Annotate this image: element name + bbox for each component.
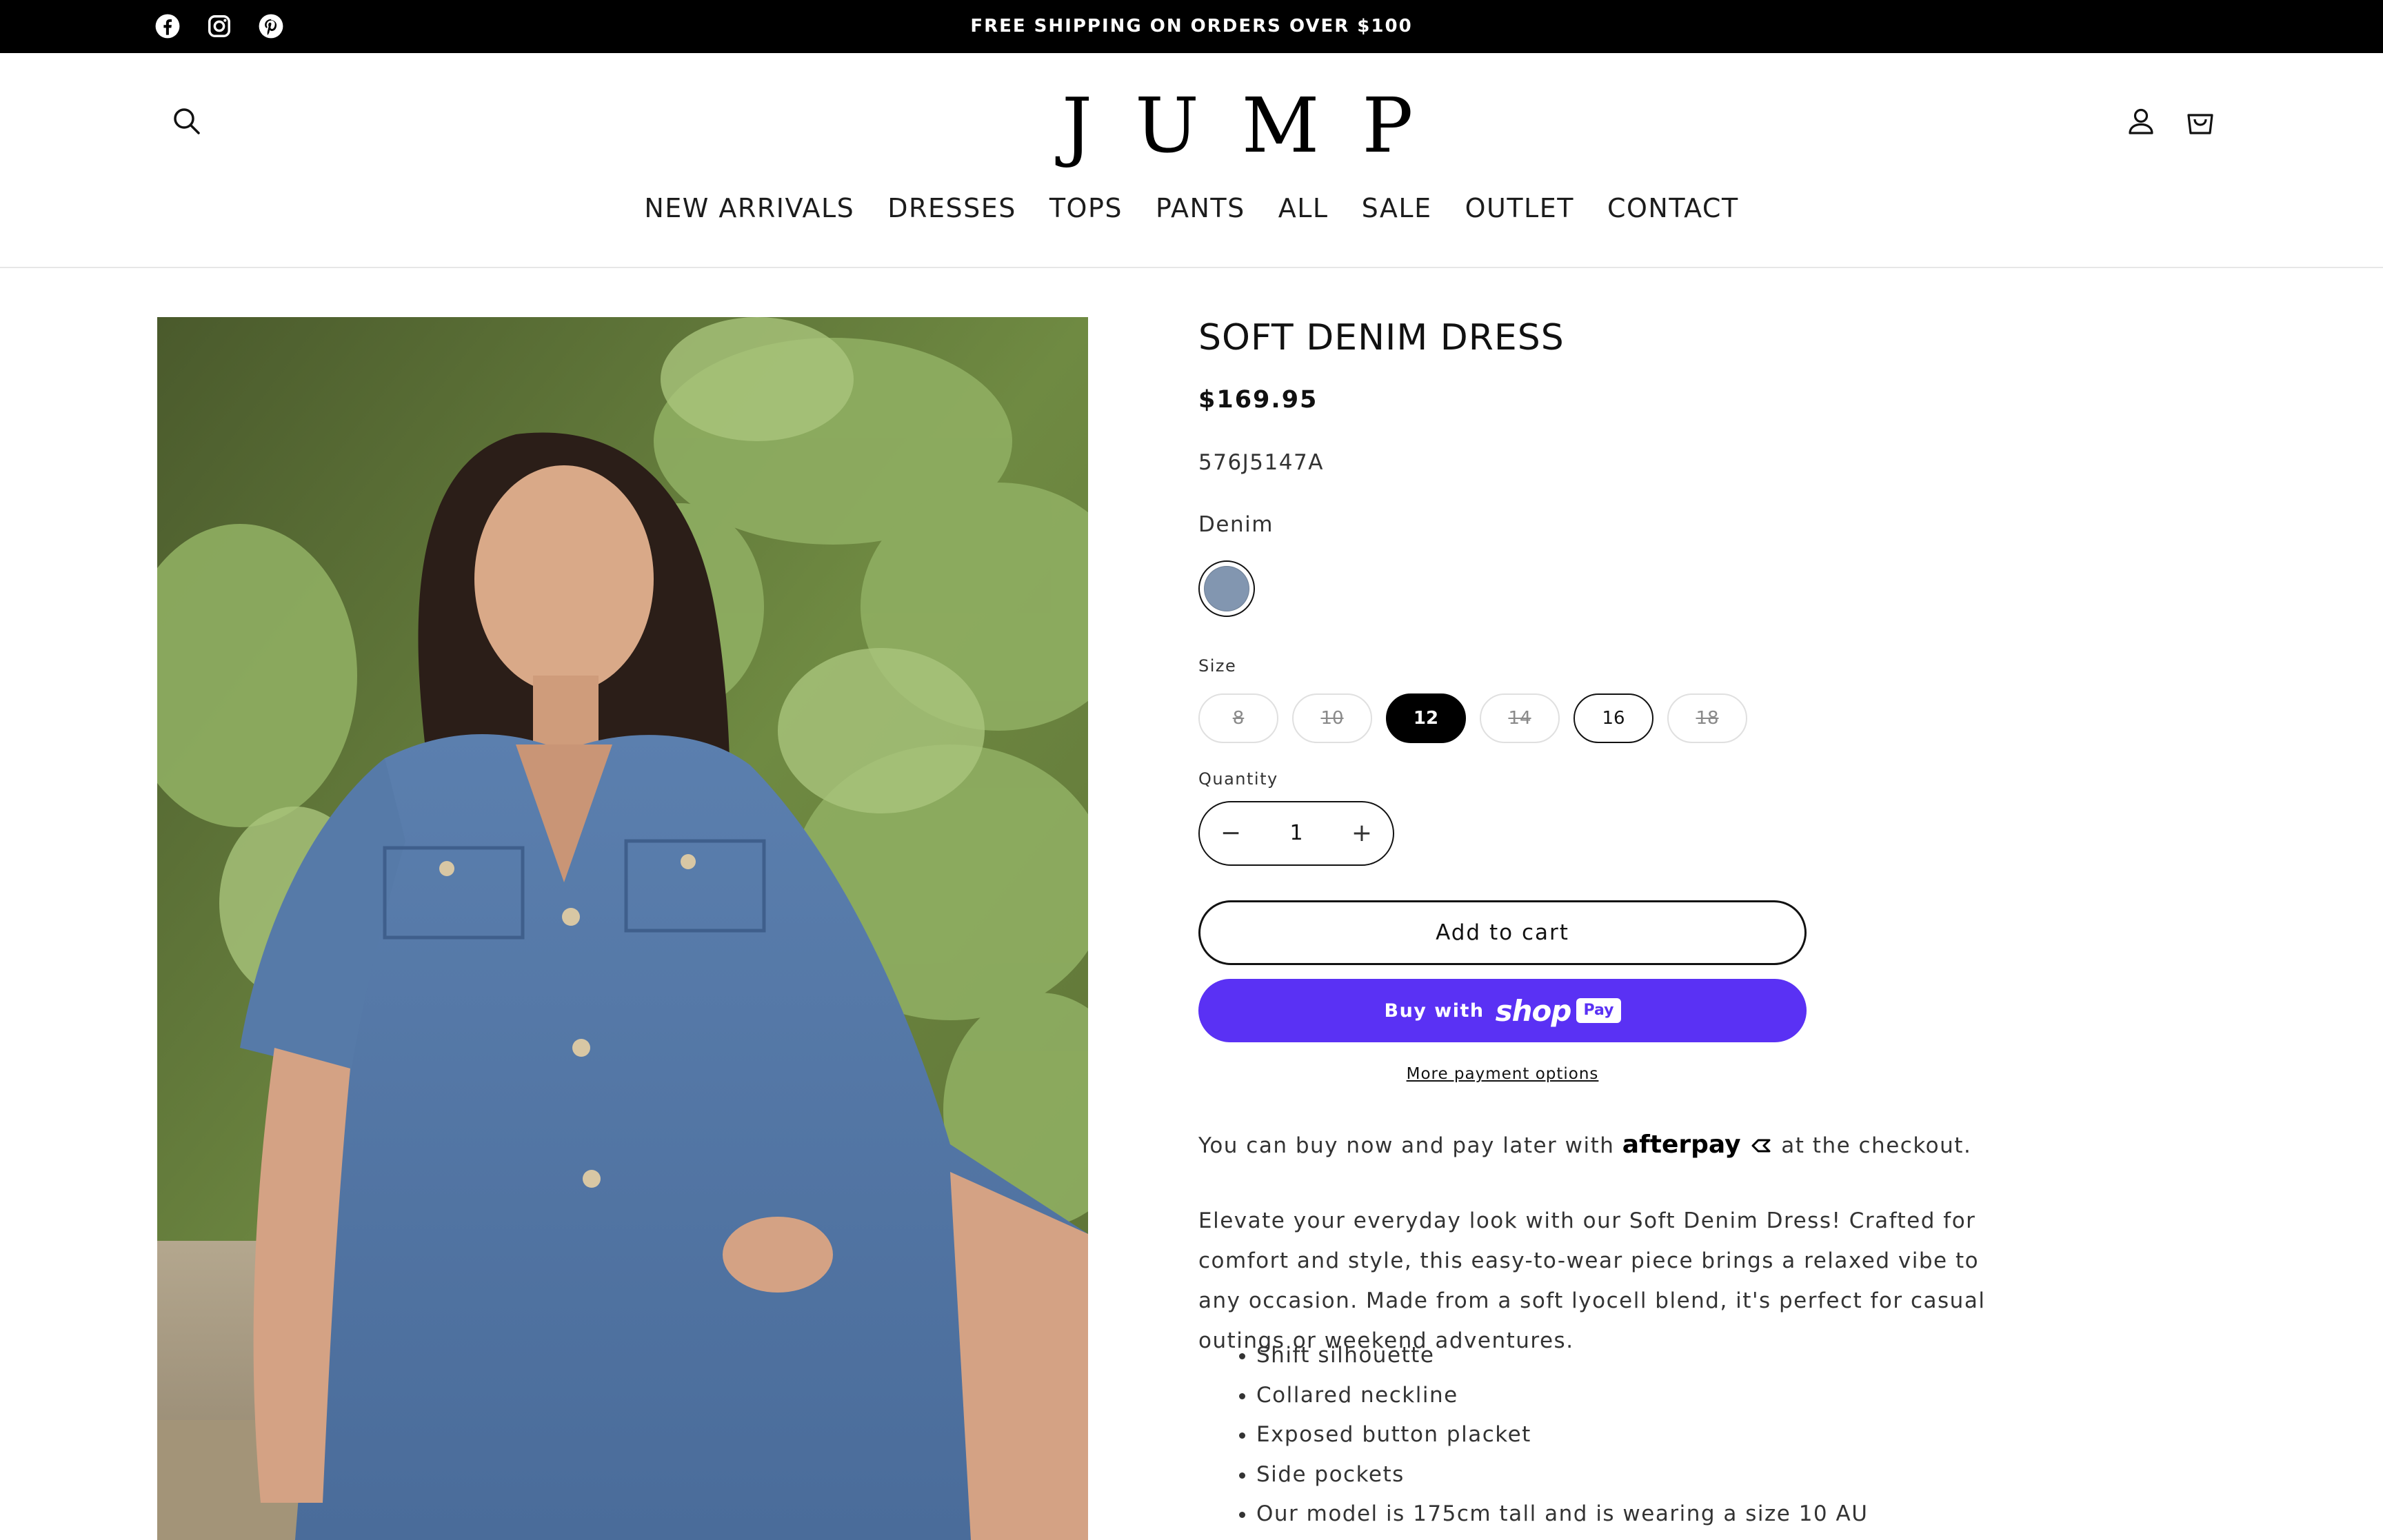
nav-new-arrivals[interactable]: NEW ARRIVALS [644, 188, 854, 229]
cart-icon[interactable] [2183, 104, 2218, 139]
quantity-label: Quantity [1198, 769, 1278, 789]
color-swatch-denim[interactable] [1198, 560, 1255, 617]
afterpay-message: You can buy now and pay later with after… [1198, 1131, 1971, 1159]
nav-all[interactable]: ALL [1278, 188, 1329, 229]
account-icon[interactable] [2124, 104, 2158, 139]
more-payment-options-link[interactable]: More payment options [1198, 1065, 1807, 1083]
shop-pay-logo: shop [1495, 993, 1572, 1028]
list-item: Side pockets [1256, 1455, 1868, 1495]
site-header: JUMP NEW ARRIVALS DRESSES TOPS PANTS ALL… [0, 53, 2383, 268]
nav-outlet[interactable]: OUTLET [1465, 188, 1574, 229]
afterpay-text-after: at the checkout. [1781, 1133, 1972, 1158]
color-label: Denim [1198, 512, 1274, 537]
nav-sale[interactable]: SALE [1362, 188, 1432, 229]
announcement-bar: FREE SHIPPING ON ORDERS OVER $100 [0, 0, 2383, 53]
size-option-12[interactable]: 12 [1386, 693, 1466, 743]
swatch-fill [1204, 566, 1249, 611]
afterpay-logo[interactable]: afterpay [1622, 1131, 1741, 1159]
size-option-16[interactable]: 16 [1573, 693, 1653, 743]
list-item: Shift silhouette [1256, 1336, 1868, 1376]
quantity-decrease-button[interactable]: − [1200, 802, 1262, 864]
product-image[interactable] [157, 317, 1088, 1540]
afterpay-text-before: You can buy now and pay later with [1198, 1133, 1615, 1158]
size-option-14[interactable]: 14 [1480, 693, 1560, 743]
buy-with-text: Buy with [1384, 1000, 1485, 1022]
product-sku: 576J5147A [1198, 450, 1324, 475]
list-item: Collared neckline [1256, 1376, 1868, 1416]
quantity-stepper: − 1 + [1198, 801, 1394, 866]
size-option-8[interactable]: 8 [1198, 693, 1278, 743]
buy-with-shop-pay-button[interactable]: Buy with shop Pay [1198, 979, 1807, 1042]
list-item: Exposed button placket [1256, 1415, 1868, 1455]
product-title: SOFT DENIM DRESS [1198, 317, 1565, 358]
size-option-10[interactable]: 10 [1292, 693, 1372, 743]
pay-badge: Pay [1576, 998, 1621, 1023]
nav-contact[interactable]: CONTACT [1607, 188, 1739, 229]
nav-pants[interactable]: PANTS [1156, 188, 1245, 229]
announcement-text: FREE SHIPPING ON ORDERS OVER $100 [970, 16, 1413, 37]
list-item: Our model is 175cm tall and is wearing a… [1256, 1495, 1868, 1534]
afterpay-arrows-icon [1751, 1139, 1771, 1153]
size-option-18[interactable]: 18 [1667, 693, 1747, 743]
main-nav: NEW ARRIVALS DRESSES TOPS PANTS ALL SALE… [0, 188, 2383, 229]
nav-dresses[interactable]: DRESSES [887, 188, 1016, 229]
size-label: Size [1198, 656, 1237, 676]
add-to-cart-button[interactable]: Add to cart [1198, 900, 1807, 965]
quantity-increase-button[interactable]: + [1331, 802, 1393, 864]
quantity-input[interactable]: 1 [1262, 802, 1331, 864]
product-price: $169.95 [1198, 386, 1318, 414]
feature-list: Shift silhouette Collared neckline Expos… [1226, 1336, 1868, 1534]
search-icon[interactable] [170, 104, 204, 139]
site-logo[interactable]: JUMP [1019, 81, 1413, 170]
nav-tops[interactable]: TOPS [1049, 188, 1123, 229]
